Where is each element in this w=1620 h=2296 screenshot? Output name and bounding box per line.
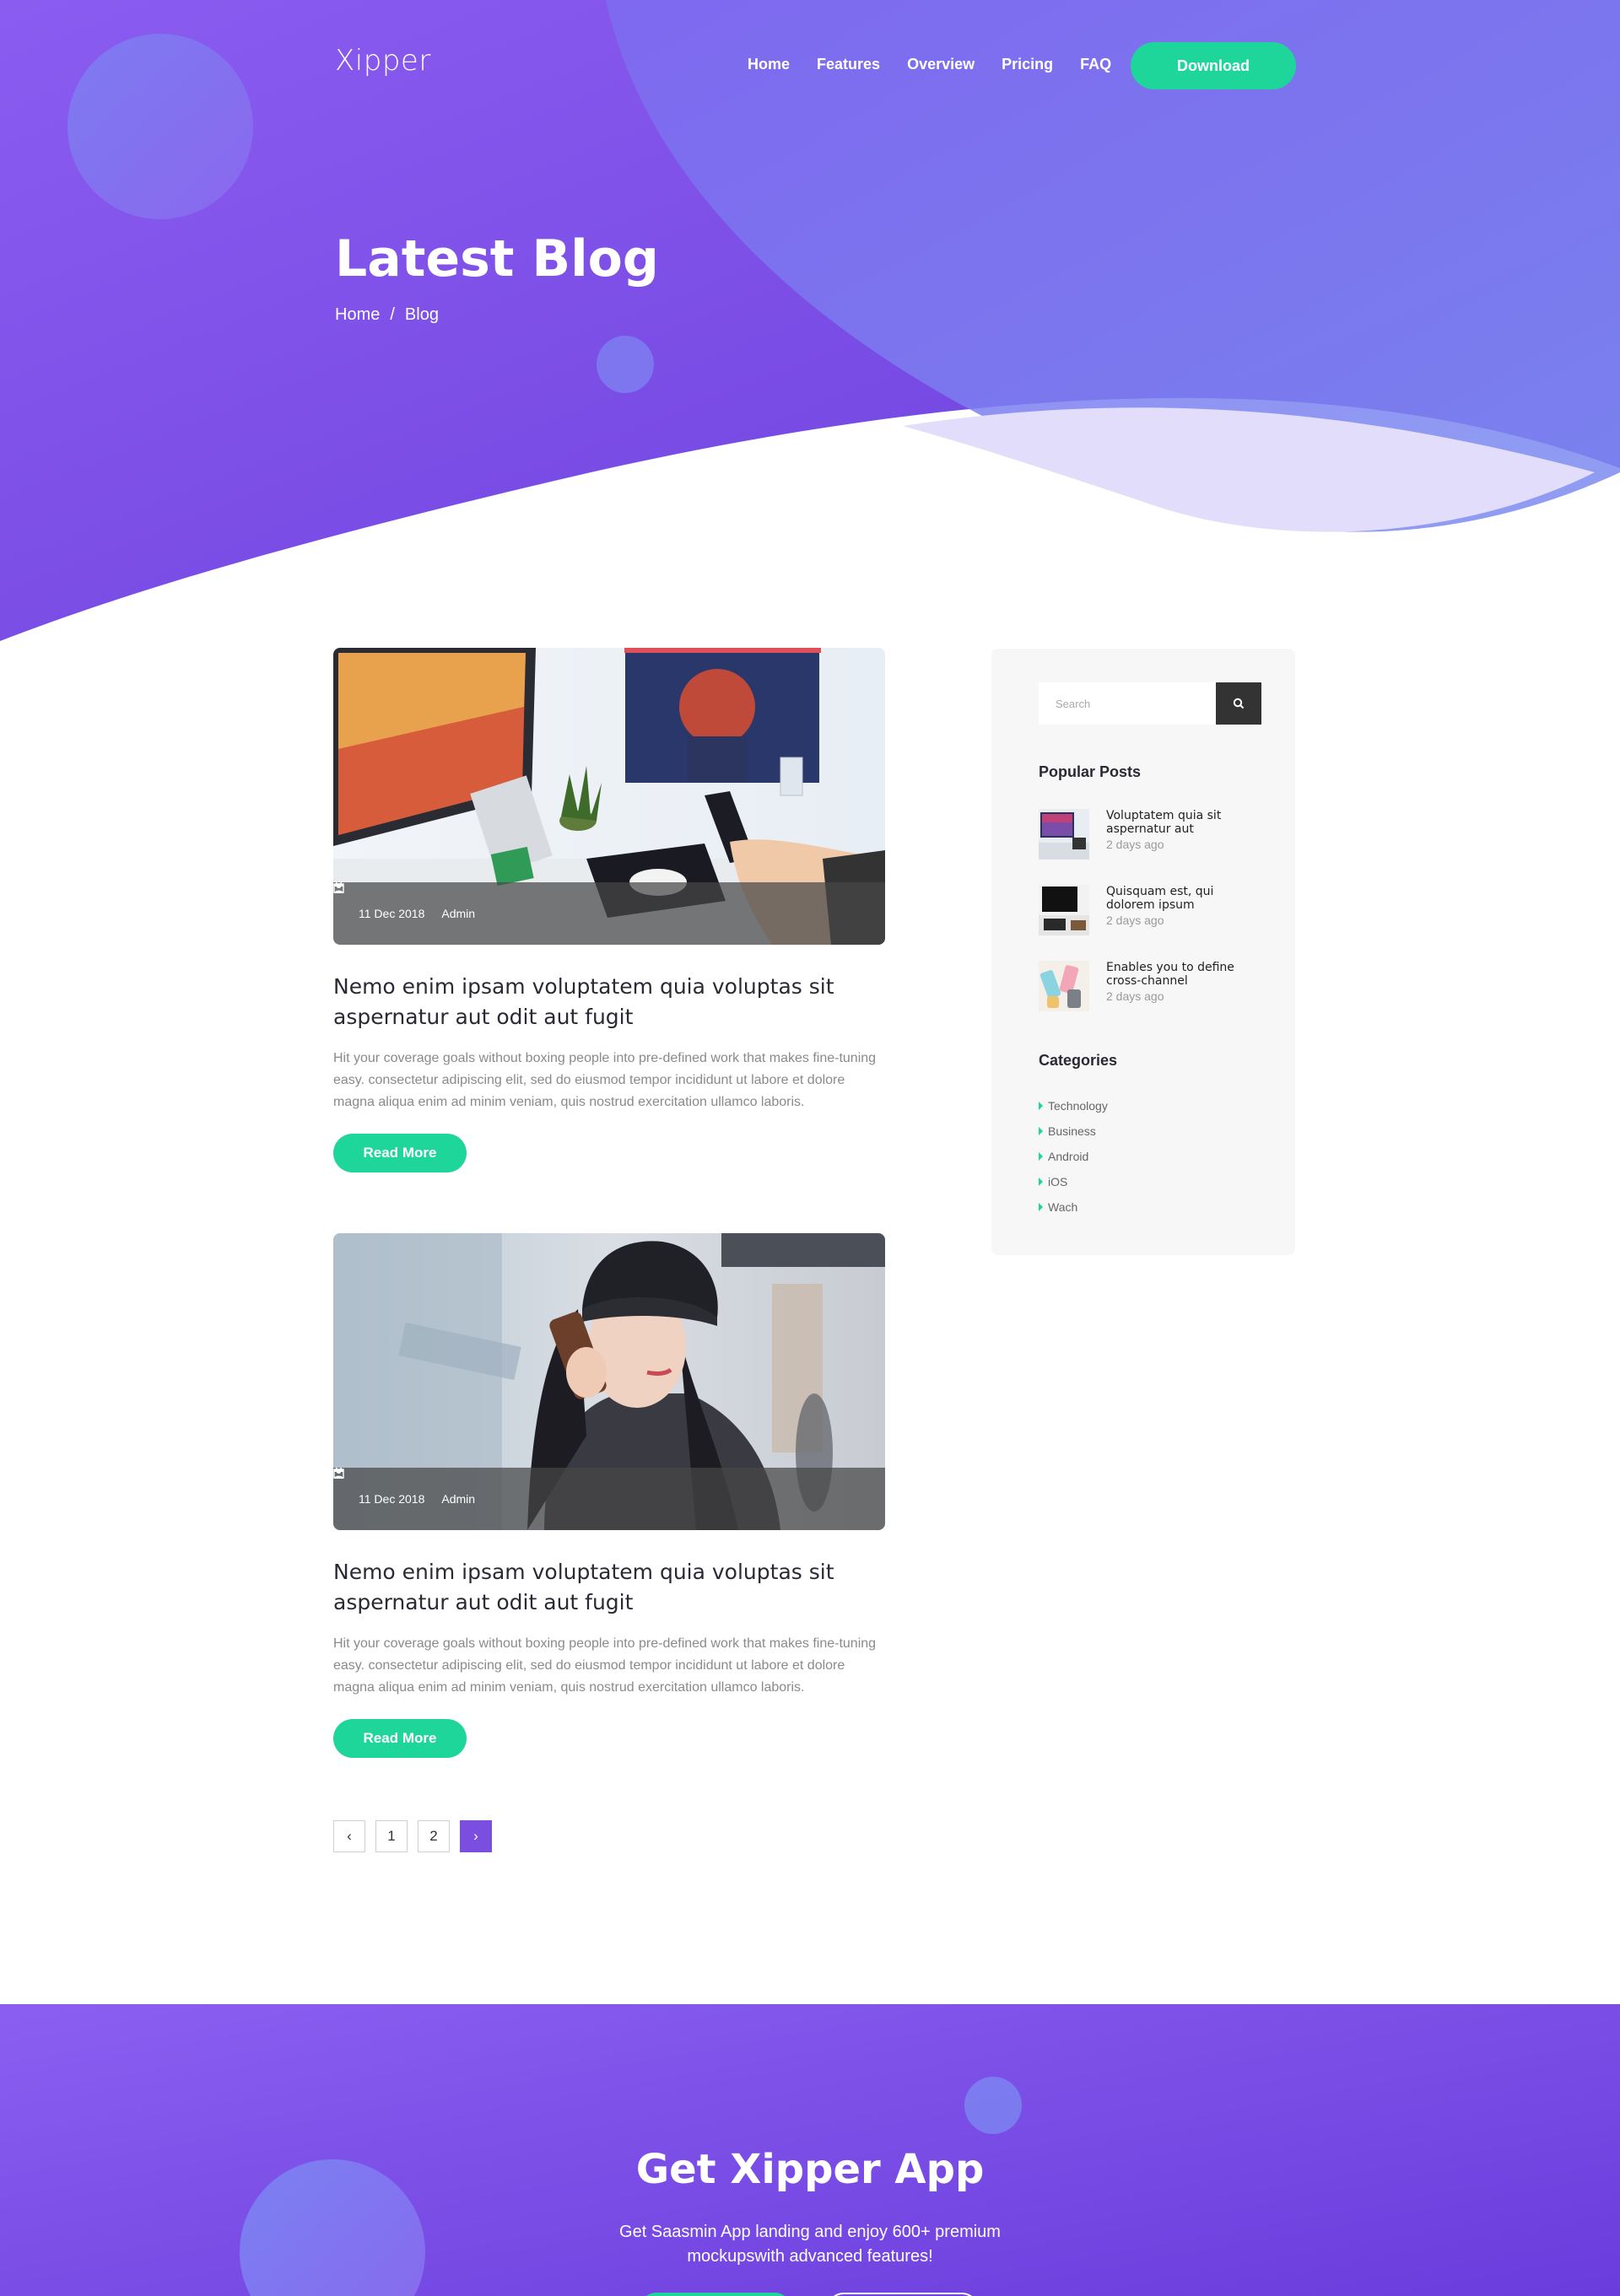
post-author-text[interactable]: Admin [441, 1492, 475, 1506]
breadcrumb: Home / Blog [335, 305, 439, 325]
breadcrumb-current: Blog [404, 305, 439, 324]
caret-right-icon [1039, 1102, 1043, 1110]
popular-post-item[interactable]: Voluptatem quia sit aspernatur aut 2 day… [1039, 809, 1266, 863]
popular-post-date: 2 days ago [1106, 914, 1164, 927]
logo[interactable]: Xipper [335, 44, 431, 78]
pagination-next-button[interactable]: › [460, 1820, 492, 1852]
breadcrumb-separator: / [390, 305, 395, 324]
category-label: iOS [1048, 1175, 1068, 1188]
popular-post-item[interactable]: Quisquam est, qui dolorem ipsum 2 days a… [1039, 885, 1266, 939]
navbar: Xipper Home Features Overview Pricing FA… [0, 0, 1620, 135]
popular-post-item[interactable]: Enables you to define cross-channel 2 da… [1039, 961, 1266, 1015]
thumbnail-image [1039, 809, 1089, 860]
pagination: ‹ 1 2 › [333, 1820, 492, 1852]
caret-right-icon [1039, 1178, 1043, 1186]
popular-post-date: 2 days ago [1106, 989, 1164, 1003]
post-excerpt: Hit your coverage goals without boxing p… [333, 1636, 877, 1695]
read-more-button[interactable]: Read More [333, 1719, 467, 1758]
download-button[interactable]: Download [1131, 42, 1296, 89]
sidebar: Popular Posts Voluptatem quia sit aspern… [991, 649, 1295, 1255]
category-item-ios[interactable]: iOS [1039, 1169, 1108, 1194]
cta-primary-button[interactable] [640, 2293, 791, 2296]
search-icon [1233, 698, 1245, 709]
post-meta: 11 Dec 2018 Admin [333, 1468, 885, 1530]
category-label: Technology [1048, 1099, 1108, 1113]
post-title[interactable]: Nemo enim ipsam voluptatem quia voluptas… [333, 972, 885, 1032]
popular-post-title: Voluptatem quia sit aspernatur aut [1106, 809, 1222, 836]
post-date-text: 11 Dec 2018 [359, 907, 425, 920]
category-label: Business [1048, 1124, 1096, 1138]
nav-link-pricing[interactable]: Pricing [1002, 56, 1053, 73]
caret-right-icon [1039, 1203, 1043, 1211]
post-date: 11 Dec 2018 [333, 882, 425, 920]
post-author-text[interactable]: Admin [441, 907, 475, 920]
user-icon [334, 1469, 343, 1479]
post-date: 11 Dec 2018 [333, 1468, 425, 1506]
cta-title: Get Xipper App [635, 2146, 985, 2193]
post-author: Admin [334, 883, 475, 920]
caret-right-icon [1039, 1127, 1043, 1135]
post-excerpt: Hit your coverage goals without boxing p… [333, 1051, 877, 1109]
app-cta-section: Get Xipper App Get Saasmin App landing a… [0, 2004, 1620, 2296]
nav-link-features[interactable]: Features [817, 56, 880, 73]
category-label: Android [1048, 1150, 1089, 1163]
read-more-button[interactable]: Read More [333, 1134, 467, 1172]
pagination-page-1[interactable]: 1 [375, 1820, 408, 1852]
popular-post-title: Quisquam est, qui dolorem ipsum [1106, 885, 1214, 912]
search-box [1039, 682, 1261, 725]
nav-link-overview[interactable]: Overview [907, 56, 975, 73]
post-image[interactable]: 11 Dec 2018 Admin [333, 648, 885, 945]
popular-post-date: 2 days ago [1106, 838, 1164, 851]
pagination-prev-button[interactable]: ‹ [333, 1820, 365, 1852]
popular-post-thumbnail [1039, 885, 1089, 935]
hero-section: Xipper Home Features Overview Pricing FA… [0, 0, 1620, 658]
nav-menu: Home Features Overview Pricing FAQ [748, 56, 1111, 73]
popular-posts-title: Popular Posts [1039, 763, 1142, 780]
thumbnail-image [1039, 885, 1089, 935]
search-button[interactable] [1216, 682, 1261, 725]
category-item-android[interactable]: Android [1039, 1144, 1108, 1169]
post-title[interactable]: Nemo enim ipsam voluptatem quia voluptas… [333, 1557, 885, 1618]
caret-right-icon [1039, 1152, 1043, 1161]
category-item-wach[interactable]: Wach [1039, 1194, 1108, 1220]
nav-link-faq[interactable]: FAQ [1080, 56, 1111, 73]
cta-secondary-button[interactable] [827, 2293, 979, 2296]
post-author: Admin [334, 1469, 475, 1506]
post-image[interactable]: 11 Dec 2018 Admin [333, 1233, 885, 1530]
pagination-page-2[interactable]: 2 [418, 1820, 450, 1852]
thumbnail-image [1039, 961, 1089, 1011]
search-input[interactable] [1039, 682, 1216, 725]
popular-post-thumbnail [1039, 809, 1089, 860]
blog-post: 11 Dec 2018 Admin Nemo enim ipsam volupt… [333, 648, 885, 1172]
categories-list: Technology Business Android iOS Wach [1039, 1093, 1108, 1220]
nav-link-home[interactable]: Home [748, 56, 790, 73]
category-label: Wach [1048, 1200, 1078, 1214]
categories-title: Categories [1039, 1052, 1118, 1069]
blog-post: 11 Dec 2018 Admin Nemo enim ipsam volupt… [333, 1233, 885, 1758]
popular-post-thumbnail [1039, 961, 1089, 1011]
post-date-text: 11 Dec 2018 [359, 1492, 425, 1506]
page-title: Latest Blog [335, 229, 659, 288]
popular-post-title: Enables you to define cross-channel [1106, 961, 1234, 988]
breadcrumb-home[interactable]: Home [335, 305, 380, 325]
category-item-technology[interactable]: Technology [1039, 1093, 1108, 1118]
cta-text: Get Saasmin App landing and enjoy 600+ p… [619, 2223, 1001, 2266]
post-meta: 11 Dec 2018 Admin [333, 882, 885, 945]
user-icon [334, 883, 343, 893]
category-item-business[interactable]: Business [1039, 1118, 1108, 1144]
